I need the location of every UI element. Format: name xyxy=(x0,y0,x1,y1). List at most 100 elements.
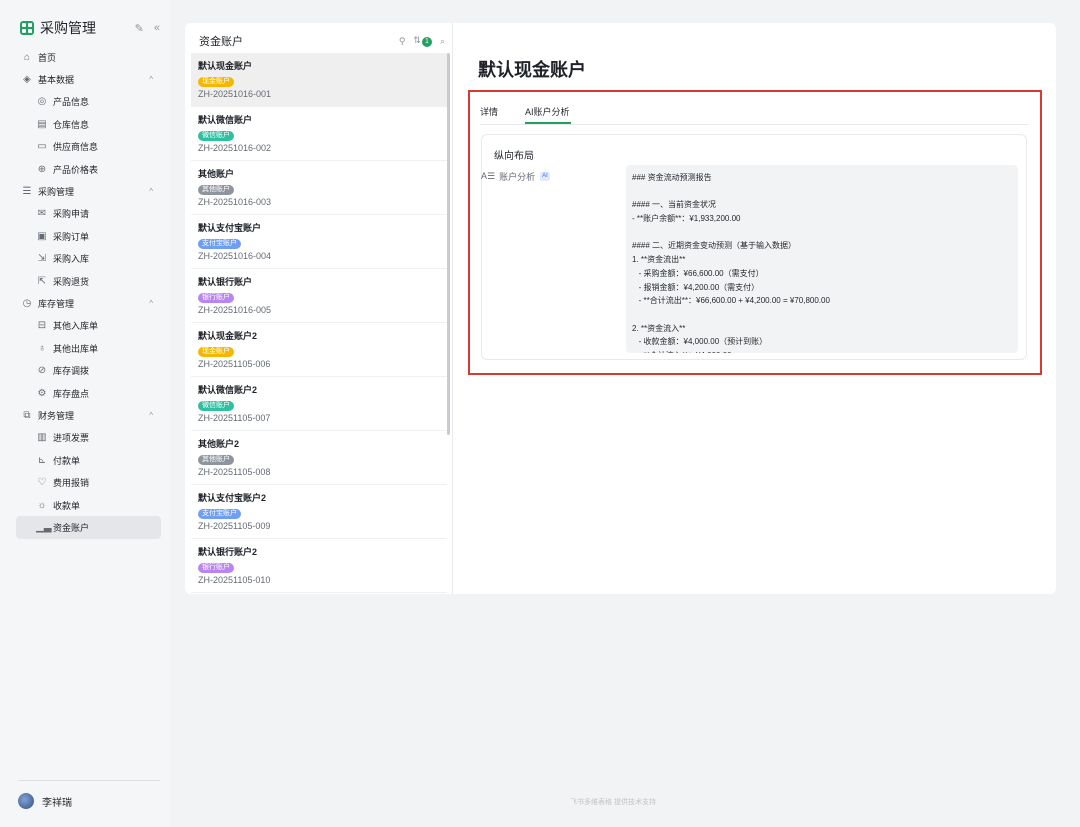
sidebar-item-1[interactable]: ◈ 基本数据 ^ xyxy=(16,68,161,90)
sidebar-item-label: 库存管理 xyxy=(38,298,75,309)
filter-icon[interactable]: ⚲ xyxy=(399,36,406,47)
sidebar-item-10[interactable]: ⇱ 采购退货 xyxy=(16,270,161,292)
payment-icon: ⊾ xyxy=(37,454,47,466)
sidebar-item-18[interactable]: ⊾ 付款单 xyxy=(16,449,161,471)
database-icon: ◈ xyxy=(23,74,31,86)
receipt-icon: ☼ xyxy=(37,499,47,511)
chevron-up-icon[interactable]: ^ xyxy=(149,299,153,308)
sidebar-item-label: 收款单 xyxy=(53,500,81,511)
account-type-tag: 支付宝账户 xyxy=(198,239,241,249)
account-code: ZH-20251016-005 xyxy=(198,305,272,315)
sidebar-item-19[interactable]: ♡ 费用报销 xyxy=(16,471,161,493)
sidebar-item-12[interactable]: ⊟ 其他入库单 xyxy=(16,315,161,337)
account-name: 默认银行账户2 xyxy=(198,547,258,557)
barcode-icon: ▥ xyxy=(37,432,47,444)
sidebar-item-label: 首页 xyxy=(38,52,57,63)
account-code: ZH-20251016-003 xyxy=(198,197,272,207)
collapse-sidebar-icon[interactable]: « xyxy=(154,22,160,35)
account-card[interactable]: 默认银行账户 银行账户 ZH-20251016-005 xyxy=(191,269,447,323)
page-title: 默认现金账户 xyxy=(478,60,586,80)
account-name: 默认现金账户 xyxy=(198,61,253,71)
sidebar-item-label: 财务管理 xyxy=(38,410,75,421)
account-code: ZH-20251105-010 xyxy=(198,575,271,585)
sidebar-item-4[interactable]: ▭ 供应商信息 xyxy=(16,136,161,158)
sidebar-item-9[interactable]: ⇲ 采购入库 xyxy=(16,248,161,270)
sidebar-item-label: 产品信息 xyxy=(53,97,90,108)
sidebar-item-5[interactable]: ⊕ 产品价格表 xyxy=(16,158,161,180)
reimburse-icon: ♡ xyxy=(37,477,47,489)
user-profile[interactable]: 李祥瑞 xyxy=(18,780,160,809)
sidebar-item-20[interactable]: ☼ 收款单 xyxy=(16,494,161,516)
account-card[interactable]: 默认银行账户2 银行账户 ZH-20251105-010 xyxy=(191,539,447,593)
sidebar-item-label: 仓库信息 xyxy=(53,119,90,130)
account-type-tag: 其他账户 xyxy=(198,455,234,465)
sidebar-item-label: 库存盘点 xyxy=(53,388,90,399)
warehouse-icon: ▤ xyxy=(37,118,47,130)
stock-in-icon: ⊟ xyxy=(37,320,47,332)
search-icon[interactable]: ⌕ xyxy=(440,36,445,47)
list-title: 资金账户 xyxy=(199,36,243,48)
account-card[interactable]: 默认微信账户 微信账户 ZH-20251016-002 xyxy=(191,107,447,161)
sidebar-item-8[interactable]: ▣ 采购订单 xyxy=(16,225,161,247)
chevron-up-icon[interactable]: ^ xyxy=(149,75,153,84)
sidebar-item-17[interactable]: ▥ 进项发票 xyxy=(16,427,161,449)
account-type-tag: 银行账户 xyxy=(198,293,234,303)
sidebar-item-3[interactable]: ▤ 仓库信息 xyxy=(16,113,161,135)
sidebar-item-label: 产品价格表 xyxy=(53,164,99,175)
sidebar-nav: ⌂ 首页 ◈ 基本数据 ^ ◎ 产品信息 ▤ 仓库信息 ▭ 供应商信息 ⊕ 产品价格表 ☰ 采购管理 ^ ✉ 采购… xyxy=(16,46,161,539)
sidebar-item-21[interactable]: ▁▃ 资金账户 xyxy=(16,516,161,539)
account-name: 默认现金账户2 xyxy=(198,331,258,341)
sidebar: 采购管理 ✎ « ⌂ 首页 ◈ 基本数据 ^ ◎ 产品信息 ▤ 仓库信息 ▭ 供应商信息 ⊕ 产品价格表… xyxy=(0,0,170,827)
sidebar-item-label: 采购退货 xyxy=(53,276,90,287)
calendar-icon: ▣ xyxy=(37,230,47,242)
sidebar-item-7[interactable]: ✉ 采购申请 xyxy=(16,203,161,225)
clock-icon: ◷ xyxy=(22,297,32,309)
chevron-up-icon[interactable]: ^ xyxy=(149,187,153,196)
account-name: 默认支付宝账户2 xyxy=(198,493,267,503)
sidebar-item-11[interactable]: ◷ 库存管理 ^ xyxy=(16,292,161,314)
sidebar-item-label: 付款单 xyxy=(53,455,81,466)
sidebar-item-14[interactable]: ⊘ 库存调拨 xyxy=(16,359,161,381)
sidebar-item-0[interactable]: ⌂ 首页 xyxy=(16,46,161,68)
account-code: ZH-20251105-008 xyxy=(198,467,271,477)
account-code: ZH-20251016-004 xyxy=(198,251,272,261)
edit-icon[interactable]: ✎ xyxy=(135,22,144,35)
account-type-tag: 银行账户 xyxy=(198,563,234,573)
main-container: 资金账户 ⚲ ⇅ 1 ⌕ 默认现金账户 现金账户 ZH-20251016-001 默认微… xyxy=(185,23,1056,594)
sidebar-item-6[interactable]: ☰ 采购管理 ^ xyxy=(16,180,161,202)
home-icon: ⌂ xyxy=(23,51,31,63)
user-name: 李祥瑞 xyxy=(42,797,72,809)
sidebar-item-16[interactable]: ⧉ 财务管理 ^ xyxy=(16,404,161,426)
sidebar-item-15[interactable]: ⚙ 库存盘点 xyxy=(16,382,161,404)
account-card[interactable]: 其他账户2 其他账户 ZH-20251105-008 xyxy=(191,431,447,485)
list-icon: ☰ xyxy=(22,186,32,198)
account-card[interactable]: 默认现金账户2 现金账户 ZH-20251105-006 xyxy=(191,323,447,377)
account-card[interactable]: 默认支付宝账户2 支付宝账户 ZH-20251105-009 xyxy=(191,485,447,539)
sidebar-header: 采购管理 ✎ « xyxy=(20,18,160,38)
sidebar-item-label: 其他入库单 xyxy=(53,321,99,332)
sidebar-item-label: 库存调拨 xyxy=(53,366,90,377)
account-type-tag: 微信账户 xyxy=(198,131,234,141)
account-card[interactable]: 其他账户 其他账户 ZH-20251016-003 xyxy=(191,161,447,215)
account-type-tag: 现金账户 xyxy=(198,347,234,357)
mail-icon: ✉ xyxy=(37,208,47,220)
sort-icon[interactable]: ⇅ 1 xyxy=(413,35,432,47)
account-card[interactable]: 默认微信账户2 微信账户 ZH-20251105-007 xyxy=(191,377,447,431)
account-name: 默认微信账户2 xyxy=(198,385,258,395)
sidebar-item-label: 费用报销 xyxy=(53,478,90,489)
chevron-up-icon[interactable]: ^ xyxy=(149,411,153,420)
account-list-panel: 资金账户 ⚲ ⇅ 1 ⌕ 默认现金账户 现金账户 ZH-20251016-001 默认微… xyxy=(185,23,453,594)
globe-icon: ◎ xyxy=(37,96,47,108)
account-name: 其他账户 xyxy=(198,169,235,179)
sidebar-item-2[interactable]: ◎ 产品信息 xyxy=(16,91,161,113)
account-card[interactable]: 默认现金账户 现金账户 ZH-20251016-001 xyxy=(191,53,447,107)
avatar xyxy=(18,793,34,809)
sidebar-item-label: 采购订单 xyxy=(53,231,90,242)
sidebar-item-13[interactable]: ♁ 其他出库单 xyxy=(16,337,161,359)
sidebar-item-label: 进项发票 xyxy=(53,433,90,444)
chart-icon: ▁▃ xyxy=(36,521,52,533)
sidebar-item-label: 供应商信息 xyxy=(53,142,99,153)
list-scrollbar[interactable] xyxy=(447,53,450,435)
account-code: ZH-20251016-001 xyxy=(198,89,272,99)
account-card[interactable]: 默认支付宝账户 支付宝账户 ZH-20251016-004 xyxy=(191,215,447,269)
